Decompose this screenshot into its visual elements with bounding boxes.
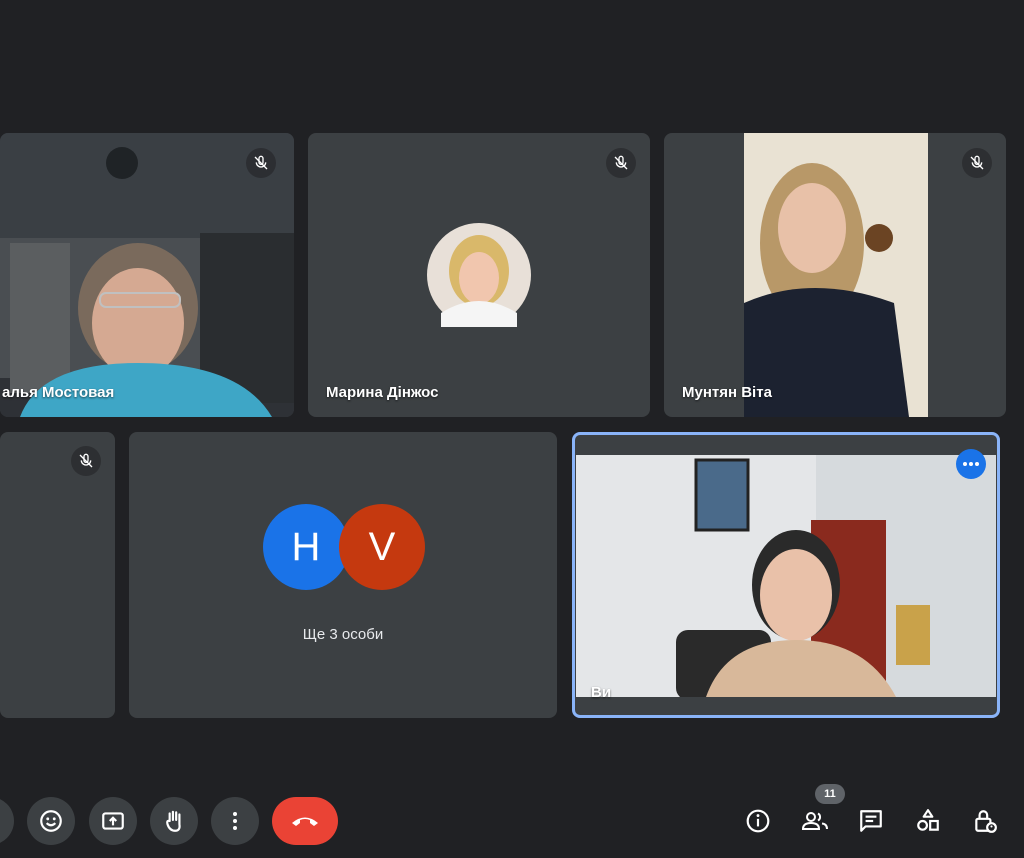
avatar-letter-h: H: [263, 504, 349, 590]
participant-name: алья Мостовая: [2, 384, 115, 401]
avatar: [427, 223, 531, 327]
mic-off-icon: [71, 446, 101, 476]
activities-button[interactable]: [913, 806, 943, 836]
activities-icon: [917, 809, 939, 831]
present-screen-button[interactable]: [89, 797, 137, 845]
more-horizontal-icon: [963, 462, 979, 466]
self-video: [576, 455, 996, 697]
emoji-icon: [40, 810, 62, 832]
participant-tile-2[interactable]: Марина Дінжос: [308, 133, 650, 417]
self-tile[interactable]: Ви: [572, 432, 1000, 718]
present-screen-icon: [102, 812, 124, 830]
raise-hand-icon: [166, 810, 181, 832]
participant-tile-1[interactable]: алья Мостовая: [0, 133, 294, 417]
info-icon: [746, 809, 770, 833]
mic-off-icon: [962, 148, 992, 178]
participant-name: Мунтян Віта: [682, 384, 772, 401]
host-controls-button[interactable]: [970, 806, 1000, 836]
participants-button[interactable]: [800, 806, 830, 836]
mic-off-icon: [246, 148, 276, 178]
partial-control-button[interactable]: [0, 797, 14, 845]
more-vertical-icon: [233, 812, 237, 830]
meeting-details-button[interactable]: [743, 806, 773, 836]
participant-name: Ви: [591, 684, 612, 701]
participant-tile-4[interactable]: [0, 432, 115, 718]
host-controls-icon: [975, 810, 997, 833]
more-options-button[interactable]: [956, 449, 986, 479]
participants-count-badge: 11: [815, 784, 845, 804]
avatar-letter-v: V: [339, 504, 425, 590]
mic-off-icon: [606, 148, 636, 178]
raise-hand-button[interactable]: [150, 797, 198, 845]
participant-tile-3[interactable]: Мунтян Віта: [664, 133, 1006, 417]
others-tile[interactable]: H V Ще 3 особи: [129, 432, 557, 718]
others-count-label: Ще 3 особи: [302, 626, 384, 643]
chat-button[interactable]: [856, 806, 886, 836]
end-call-icon: [292, 817, 318, 826]
emoji-button[interactable]: [27, 797, 75, 845]
participants-count: 11: [824, 788, 836, 800]
participant-video: [0, 133, 294, 417]
chat-icon: [860, 810, 882, 832]
people-icon: [801, 812, 828, 830]
more-options-toolbar-button[interactable]: [211, 797, 259, 845]
end-call-button[interactable]: [272, 797, 338, 845]
participant-name: Марина Дінжос: [326, 384, 439, 401]
participant-video: [744, 133, 928, 417]
